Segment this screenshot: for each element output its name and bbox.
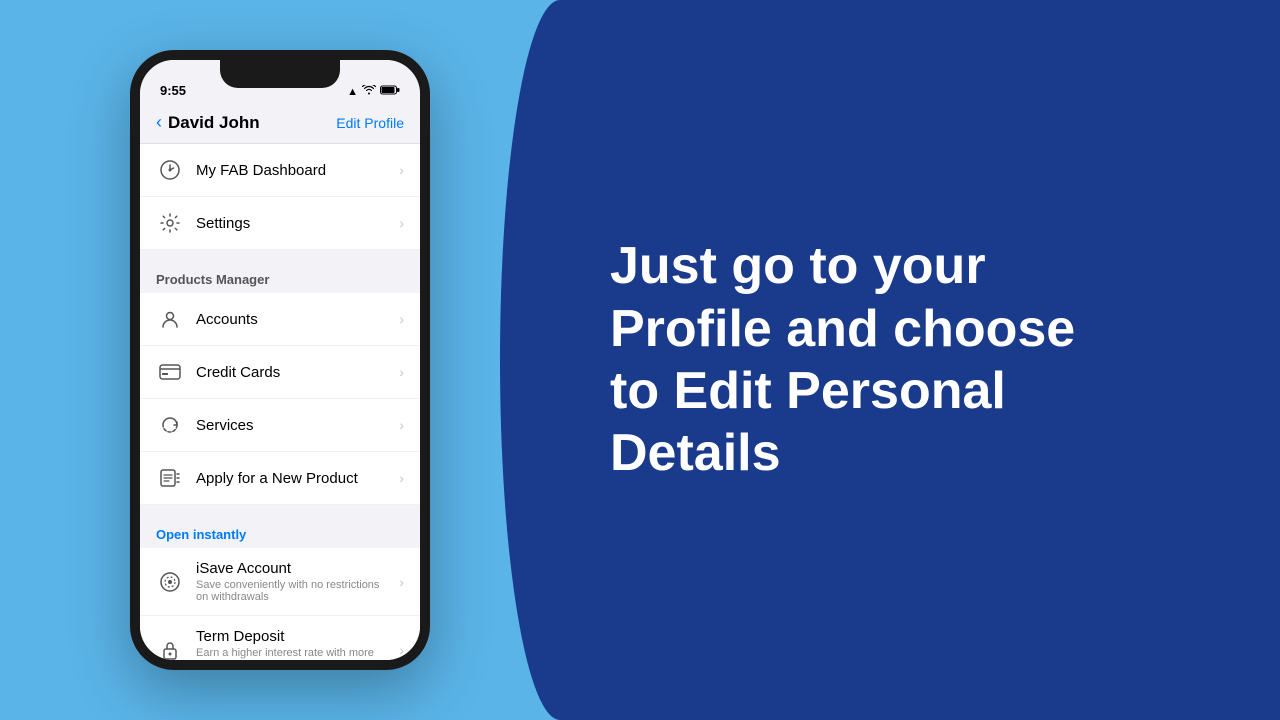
divider xyxy=(140,505,420,513)
phone-header: ‹ David John Edit Profile xyxy=(140,104,420,144)
headline-line2: Profile and choose xyxy=(610,300,1075,358)
chevron-icon: › xyxy=(399,162,404,178)
services-icon xyxy=(156,411,184,439)
headline-line4: Details xyxy=(610,424,781,482)
settings-label: Settings xyxy=(196,215,387,232)
chevron-icon: › xyxy=(399,470,404,486)
products-section-header: Products Manager xyxy=(140,258,420,293)
menu-item-services[interactable]: Services › xyxy=(140,399,420,452)
term-deposit-text-block: Term Deposit Earn a higher interest rate… xyxy=(196,628,387,660)
menu-item-term-deposit[interactable]: Term Deposit Earn a higher interest rate… xyxy=(140,616,420,660)
signal-icon: ▲ xyxy=(347,86,358,98)
services-label: Services xyxy=(196,417,387,434)
apply-icon xyxy=(156,464,184,492)
user-name: David John xyxy=(168,113,260,133)
accounts-icon xyxy=(156,305,184,333)
chevron-icon: › xyxy=(399,215,404,231)
menu-item-apply[interactable]: Apply for a New Product › xyxy=(140,452,420,505)
open-instantly-section-header: Open instantly xyxy=(140,513,420,548)
isave-sub: Save conveniently with no restrictions o… xyxy=(196,579,387,603)
chevron-icon: › xyxy=(399,417,404,433)
status-icons: ▲ xyxy=(347,85,400,98)
phone-mockup: 9:55 ▲ xyxy=(130,50,430,670)
term-deposit-icon xyxy=(156,636,184,661)
phone-notch xyxy=(220,60,340,88)
chevron-icon: › xyxy=(399,642,404,658)
dashboard-icon xyxy=(156,156,184,184)
dashboard-label: My FAB Dashboard xyxy=(196,162,387,179)
accounts-label: Accounts xyxy=(196,311,387,328)
settings-icon xyxy=(156,209,184,237)
menu-item-settings[interactable]: Settings › xyxy=(140,197,420,250)
chevron-icon: › xyxy=(399,364,404,380)
headline-line1: Just go to your xyxy=(610,237,986,295)
battery-icon xyxy=(380,85,400,98)
menu-item-isave[interactable]: iSave Account Save conveniently with no … xyxy=(140,548,420,616)
header-left: ‹ David John xyxy=(156,112,260,133)
divider xyxy=(140,250,420,258)
back-button[interactable]: ‹ xyxy=(156,112,162,133)
left-panel: 9:55 ▲ xyxy=(0,0,560,720)
status-time: 9:55 xyxy=(160,83,186,98)
edit-profile-button[interactable]: Edit Profile xyxy=(336,115,404,131)
chevron-icon: › xyxy=(399,574,404,590)
term-deposit-sub: Earn a higher interest rate with more be… xyxy=(196,647,387,660)
menu-item-dashboard[interactable]: My FAB Dashboard › xyxy=(140,144,420,197)
credit-cards-label: Credit Cards xyxy=(196,364,387,381)
right-panel: Just go to your Profile and choose to Ed… xyxy=(560,0,1280,720)
chevron-icon: › xyxy=(399,311,404,327)
term-deposit-label: Term Deposit xyxy=(196,628,387,645)
isave-label: iSave Account xyxy=(196,560,387,577)
apply-label: Apply for a New Product xyxy=(196,470,387,487)
wifi-icon xyxy=(362,85,376,98)
menu-item-accounts[interactable]: Accounts › xyxy=(140,293,420,346)
phone-content: ‹ David John Edit Profile My FAB Dashboa… xyxy=(140,104,420,660)
headline: Just go to your Profile and choose to Ed… xyxy=(610,235,1075,485)
headline-line3: to Edit Personal xyxy=(610,362,1006,420)
credit-cards-icon xyxy=(156,358,184,386)
menu-item-credit-cards[interactable]: Credit Cards › xyxy=(140,346,420,399)
isave-icon xyxy=(156,568,184,596)
isave-text-block: iSave Account Save conveniently with no … xyxy=(196,560,387,603)
